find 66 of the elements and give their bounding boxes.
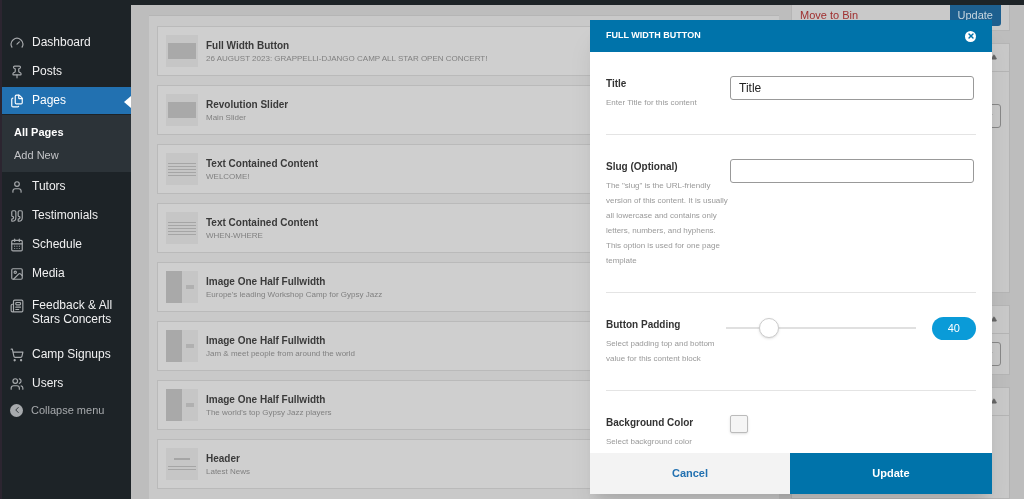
newspaper-icon bbox=[10, 299, 24, 313]
sidebar-item[interactable]: Users bbox=[2, 370, 131, 397]
sidebar-item[interactable]: Tutors bbox=[2, 173, 131, 200]
gauge-icon bbox=[10, 36, 24, 50]
block-title: Image One Half Fullwidth bbox=[206, 392, 327, 407]
pin-icon bbox=[10, 65, 24, 79]
close-icon[interactable] bbox=[965, 30, 976, 42]
sidebar-item[interactable]: Media bbox=[2, 260, 131, 287]
sidebar-item[interactable]: Schedule bbox=[2, 231, 131, 258]
field-label: Background Color bbox=[606, 416, 695, 430]
slider-thumb[interactable] bbox=[759, 318, 780, 339]
sidebar-item[interactable]: Feedback & All Stars Concerts bbox=[2, 292, 131, 332]
sidebar-item[interactable]: Posts bbox=[2, 58, 131, 85]
header-thumbnail bbox=[166, 448, 198, 480]
modal-update-button[interactable]: Update bbox=[790, 453, 992, 494]
submenu-item[interactable]: Add New bbox=[2, 143, 131, 166]
block-title: Text Contained Content bbox=[206, 215, 319, 230]
field-label: Button Padding bbox=[606, 318, 682, 332]
sidebar-item[interactable]: Dashboard bbox=[2, 29, 131, 56]
block-title: Header bbox=[206, 451, 241, 466]
sidebar-item[interactable]: Testimonials bbox=[2, 202, 131, 229]
block-subtitle: Jam & meet people from around the world bbox=[206, 347, 355, 360]
slider-thumbnail bbox=[166, 94, 198, 126]
block-subtitle: WHEN-WHERE bbox=[206, 229, 264, 242]
text-thumbnail bbox=[166, 212, 198, 244]
block-subtitle: WELCOME! bbox=[206, 170, 251, 183]
collapse-triangle-icon[interactable] bbox=[991, 54, 997, 60]
submenu-item[interactable]: All Pages bbox=[2, 121, 131, 144]
block-subtitle: 26 AUGUST 2023: GRAPPELLI-DJANGO CAMP ALL STAR OPEN CONCERT! bbox=[206, 52, 488, 65]
collapse-triangle-icon[interactable] bbox=[991, 398, 997, 404]
color-swatch[interactable] bbox=[730, 415, 748, 433]
value-badge: 40 bbox=[931, 317, 976, 340]
image-thumbnail bbox=[166, 330, 198, 362]
text-field[interactable] bbox=[730, 159, 974, 183]
block-subtitle: Latest News bbox=[206, 465, 251, 478]
collapse-menu-button[interactable]: Collapse menu bbox=[2, 398, 131, 423]
field-label: Slug (Optional) bbox=[606, 160, 679, 174]
block-subtitle: Main Slider bbox=[206, 111, 247, 124]
calendar-icon bbox=[10, 238, 24, 252]
sidebar-item[interactable]: Camp Signups bbox=[2, 341, 131, 368]
collapse-icon bbox=[10, 403, 23, 417]
pages-icon bbox=[10, 94, 24, 108]
slider-track[interactable] bbox=[725, 317, 916, 340]
move-to-bin-link[interactable]: Move to Bin bbox=[800, 7, 859, 24]
collapse-triangle-icon[interactable] bbox=[991, 316, 997, 322]
field-help: Enter Title for this content bbox=[606, 97, 698, 109]
block-title: Image One Half Fullwidth bbox=[206, 274, 327, 289]
modal-title: FULL WIDTH BUTTON bbox=[606, 29, 701, 43]
block-title: Revolution Slider bbox=[206, 97, 289, 112]
text-field[interactable]: Title bbox=[730, 76, 974, 100]
image-thumbnail bbox=[166, 271, 198, 303]
block-title: Full Width Button bbox=[206, 38, 291, 53]
field-help: Select padding top and bottom value for this content block bbox=[606, 338, 716, 365]
block-title: Text Contained Content bbox=[206, 156, 319, 171]
cart-icon bbox=[10, 348, 24, 362]
cancel-button[interactable]: Cancel bbox=[590, 453, 790, 494]
image-icon bbox=[10, 267, 24, 281]
button-thumbnail bbox=[166, 35, 198, 67]
sidebar-item[interactable]: Pages bbox=[2, 87, 131, 114]
block-subtitle: Europe's leading Workshop Camp for Gypsy Jazz bbox=[206, 288, 383, 301]
image-thumbnail bbox=[166, 389, 198, 421]
block-subtitle: The world's top Gypsy Jazz players bbox=[206, 406, 332, 419]
field-help: Select background color bbox=[606, 436, 693, 448]
text-thumbnail bbox=[166, 153, 198, 185]
block-title: Image One Half Fullwidth bbox=[206, 333, 327, 348]
quote-icon bbox=[10, 209, 24, 223]
